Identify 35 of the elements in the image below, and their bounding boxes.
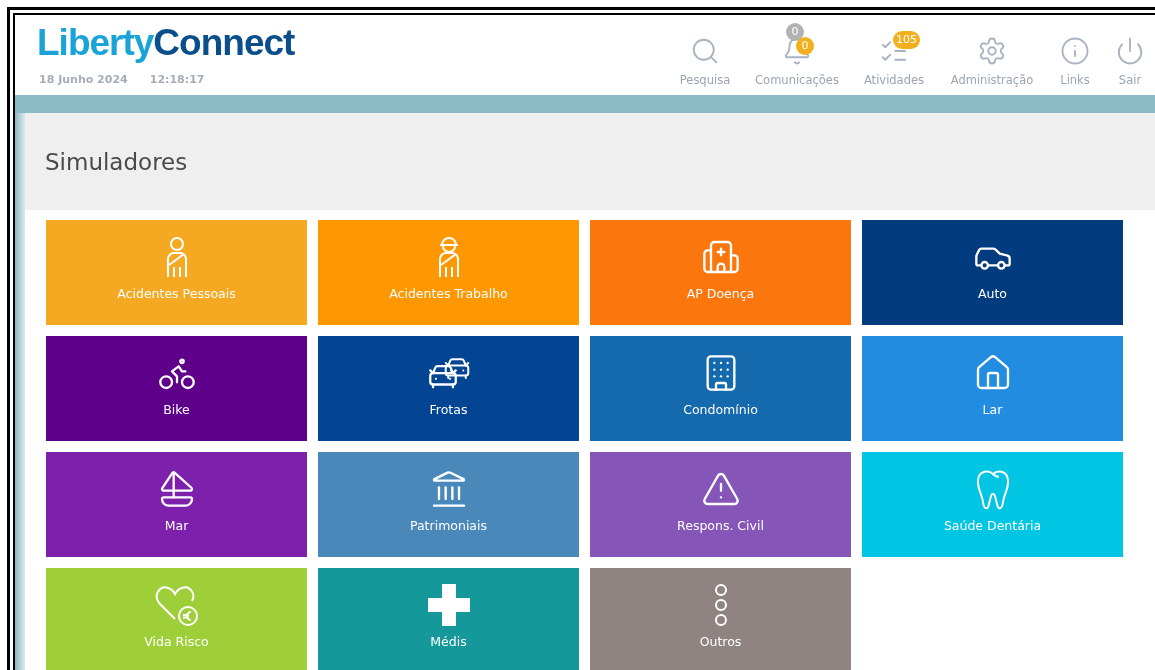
nav-item[interactable]: 105 Atividades (849, 21, 939, 89)
cross-icon (427, 583, 470, 627)
circles-icon (712, 582, 729, 628)
search-icon (690, 36, 720, 66)
simulator-tile[interactable]: Auto (862, 220, 1123, 325)
heart-euro-icon (153, 583, 200, 627)
nav-item[interactable]: 0 0 Comunicações (745, 21, 849, 89)
simulator-tile[interactable]: Mar (46, 452, 307, 557)
simulator-tile[interactable]: Vida Risco (46, 568, 307, 670)
settings-icon (977, 36, 1007, 66)
info-icon (1060, 36, 1090, 66)
page-title: Simuladores (45, 148, 188, 175)
count-badge: 105 (893, 31, 920, 49)
simulator-tile[interactable]: Condomínio (590, 336, 851, 441)
count-badge: 0 (786, 23, 804, 41)
nav-item[interactable]: Sair (1105, 21, 1155, 89)
date-text: 18 Junho 2024 (39, 73, 128, 86)
simulator-tile[interactable]: Lar (862, 336, 1123, 441)
simulator-tile[interactable]: Bike (46, 336, 307, 441)
nav-item[interactable]: Links (1045, 21, 1105, 89)
simulator-tile[interactable]: Frotas (318, 336, 579, 441)
count-badge: 0 (796, 37, 814, 55)
simulator-tile[interactable]: Saúde Dentária (862, 452, 1123, 557)
nav-item[interactable]: Administração (939, 21, 1045, 89)
simulator-tile[interactable]: Médis (318, 568, 579, 670)
nav-item[interactable]: Pesquisa (665, 21, 745, 89)
simulator-tile[interactable]: Acidentes Trabalho (318, 220, 579, 325)
simulator-tile[interactable]: Acidentes Pessoais (46, 220, 307, 325)
simulator-tile[interactable]: Patrimoniais (318, 452, 579, 557)
logo: LibertyConnect (37, 21, 295, 65)
simulator-tile[interactable]: AP Doença (590, 220, 851, 325)
power-icon (1115, 36, 1145, 66)
time-text: 12:18:17 (149, 73, 205, 86)
simulator-tile[interactable]: Respons. Civil (590, 452, 851, 557)
simulator-tile[interactable]: Outros (590, 568, 851, 670)
